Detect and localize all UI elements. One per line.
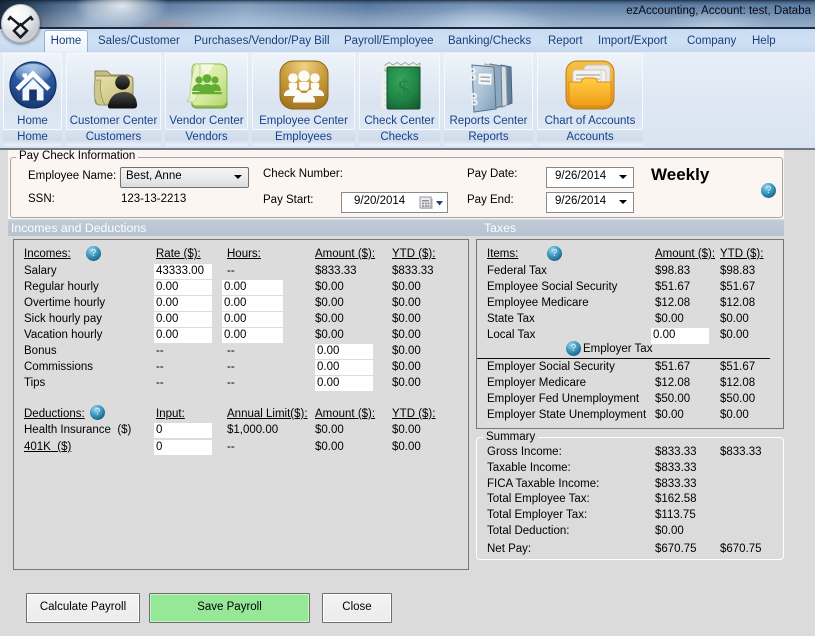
svg-text:$: $	[397, 76, 410, 103]
